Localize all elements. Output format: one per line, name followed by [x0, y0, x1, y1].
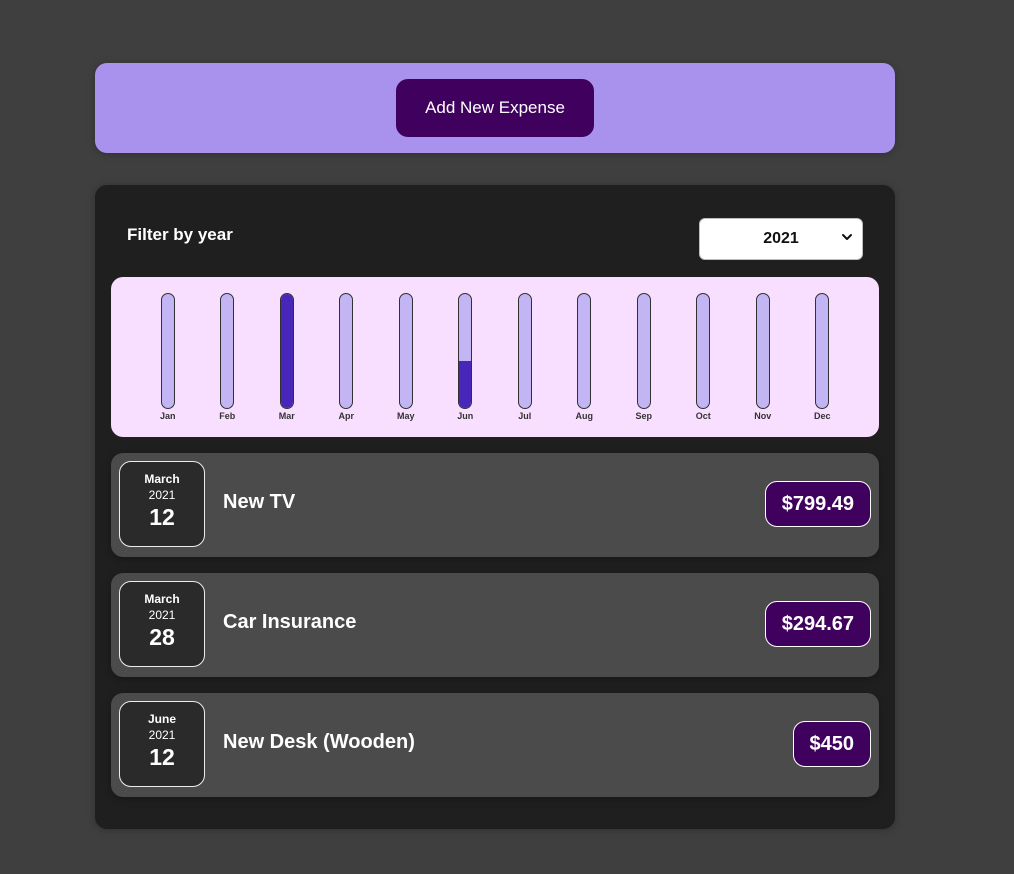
year-select[interactable]: 2021 — [699, 218, 863, 260]
chart-bar-label: Feb — [219, 411, 236, 421]
chart-bar-aug: Aug — [555, 277, 615, 437]
expense-title: New Desk (Wooden) — [223, 731, 415, 753]
chart-bar-label: Sep — [635, 411, 652, 421]
expense-date-month: March — [144, 592, 180, 606]
chart-bar-label: Jul — [518, 411, 532, 421]
chart-bar-track — [339, 293, 354, 409]
filter-label: Filter by year — [127, 225, 233, 244]
chart-bar-sep: Sep — [614, 277, 674, 437]
chart-bar-track — [636, 293, 651, 409]
chart-bar-oct: Oct — [674, 277, 734, 437]
chart-bar-track — [696, 293, 711, 409]
year-select-value: 2021 — [763, 230, 799, 247]
chart-bar-track — [398, 293, 413, 409]
expense-date: June 2021 12 — [119, 701, 205, 787]
expense-date-month: June — [147, 712, 176, 726]
chart-bar-feb: Feb — [198, 277, 258, 437]
expense-amount: $799.49 — [764, 481, 871, 527]
chart-bar-track — [755, 293, 770, 409]
expense-title: New TV — [223, 491, 296, 513]
chart-bar-fill — [459, 361, 472, 408]
chart-bar-label: Jun — [457, 411, 474, 421]
expense-item: June 2021 12 New Desk (Wooden) $450 — [111, 693, 879, 797]
expense-date-year: 2021 — [148, 728, 176, 742]
expense-date-month: March — [144, 472, 180, 486]
chart-bar-track — [279, 293, 294, 409]
chevron-down-icon — [842, 234, 852, 240]
chart-bar-label: May — [396, 411, 415, 421]
chart-bar-label: Nov — [754, 411, 772, 421]
add-new-expense-button[interactable]: Add New Expense — [396, 79, 594, 137]
chart-bar-track — [815, 293, 830, 409]
chart-bar-jul: Jul — [495, 277, 555, 437]
chart-bar-track — [220, 293, 235, 409]
chart-bar-nov: Nov — [733, 277, 793, 437]
expenses-panel: Filter by year 2021 Jan Feb Mar Apr May Jun Ju… — [95, 185, 895, 829]
expense-date-year: 2021 — [148, 488, 176, 502]
chart-bar-label: Mar — [278, 411, 295, 421]
expenses-filter: Filter by year 2021 — [127, 217, 863, 261]
chart-bar-label: Dec — [813, 411, 831, 421]
chart-bar-track — [577, 293, 592, 409]
chart-bar-apr: Apr — [317, 277, 377, 437]
expense-date: March 2021 12 — [119, 461, 205, 547]
chart-bar-track — [160, 293, 175, 409]
chart-bar-label: Aug — [575, 411, 594, 421]
chart-bar-track — [517, 293, 532, 409]
expense-item: March 2021 12 New TV $799.49 — [111, 453, 879, 557]
chart-bar-label: Apr — [338, 411, 355, 421]
chart-bar-track — [458, 293, 473, 409]
chart-bar-jun: Jun — [436, 277, 496, 437]
chart-bar-dec: Dec — [793, 277, 853, 437]
chart-bar-may: May — [376, 277, 436, 437]
expense-item: March 2021 28 Car Insurance $294.67 — [111, 573, 879, 677]
expense-amount: $450 — [792, 721, 871, 767]
chart-bar-fill — [280, 294, 293, 408]
chart-bar-label: Jan — [159, 411, 176, 421]
chart-bar-mar: Mar — [257, 277, 317, 437]
expense-date-day: 28 — [149, 624, 175, 650]
expense-date-day: 12 — [149, 504, 175, 530]
chart-bar-label: Oct — [695, 411, 711, 421]
expense-date: March 2021 28 — [119, 581, 205, 667]
chart-bar-jan: Jan — [138, 277, 198, 437]
expense-date-day: 12 — [149, 744, 175, 770]
expenses-chart: Jan Feb Mar Apr May Jun Jul Aug Sep Oct Nov Dec — [111, 277, 879, 437]
new-expense-panel: Add New Expense — [95, 63, 895, 153]
expense-amount: $294.67 — [764, 601, 871, 647]
expense-date-year: 2021 — [148, 608, 176, 622]
expense-title: Car Insurance — [223, 611, 357, 633]
